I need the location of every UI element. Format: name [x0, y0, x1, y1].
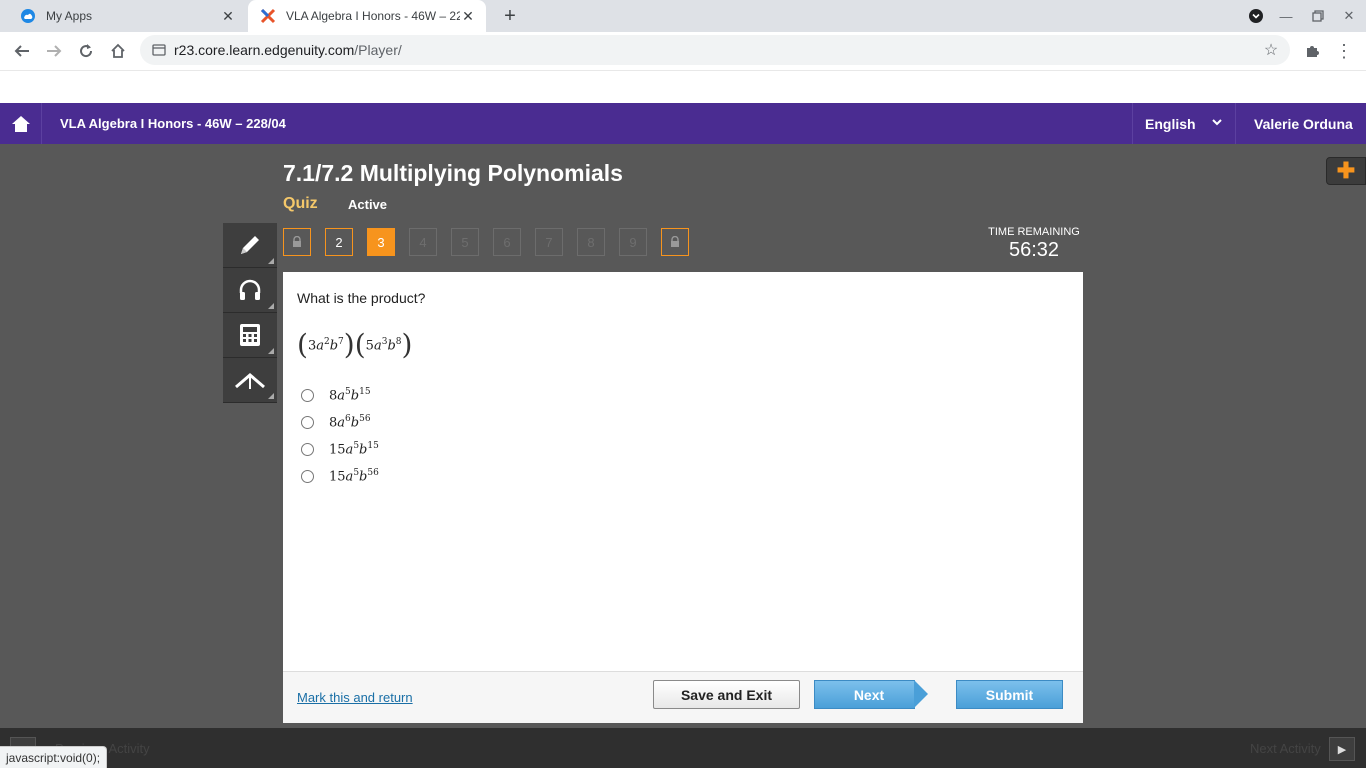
extensions-icon[interactable]: [1301, 40, 1323, 62]
close-window-icon[interactable]: ✕: [1341, 8, 1357, 24]
tab-my-apps[interactable]: My Apps ✕: [8, 0, 246, 32]
tab-search-icon[interactable]: [1248, 8, 1264, 24]
answer-choice-3[interactable]: 15a5b15: [301, 438, 379, 460]
expression-factor-1: 3a2b7: [307, 336, 344, 354]
question-nav-4: 4: [409, 228, 437, 256]
question-nav-9: 9: [619, 228, 647, 256]
time-remaining-label: TIME REMAINING: [988, 226, 1080, 238]
question-nav-5: 5: [451, 228, 479, 256]
url-path: /Player/: [354, 42, 402, 58]
new-tab-icon[interactable]: +: [500, 5, 520, 27]
question-nav-locked[interactable]: [283, 228, 311, 256]
next-button[interactable]: Next: [814, 680, 929, 709]
answer-choice-1[interactable]: 8a5b15: [301, 384, 371, 406]
answer-choice-4[interactable]: 15a5b56: [301, 465, 379, 487]
question-nav-locked[interactable]: [661, 228, 689, 256]
radio-button[interactable]: [301, 388, 314, 402]
browser-tab-bar: My Apps ✕ VLA Algebra I Honors - 46W – 2…: [0, 0, 1366, 32]
radio-button[interactable]: [301, 469, 314, 483]
caret-icon: [235, 373, 265, 389]
audio-tool-button[interactable]: [223, 268, 277, 313]
reload-icon[interactable]: [75, 40, 97, 62]
back-icon[interactable]: [11, 40, 33, 62]
highlighter-tool-button[interactable]: [223, 358, 277, 403]
tab-course[interactable]: VLA Algebra I Honors - 46W – 228/04 ✕: [248, 0, 486, 32]
question-nav-8: 8: [577, 228, 605, 256]
save-and-exit-button[interactable]: Save and Exit: [653, 680, 800, 709]
headphones-icon: [239, 279, 261, 300]
lock-icon: [293, 236, 301, 247]
question-nav-7: 7: [535, 228, 563, 256]
plus-icon[interactable]: ✚: [1326, 157, 1366, 185]
calculator-icon: [240, 324, 260, 346]
question-nav-6: 6: [493, 228, 521, 256]
user-name[interactable]: Valerie Orduna: [1254, 103, 1353, 144]
lesson-title: 7.1/7.2 Multiplying Polynomials: [283, 160, 623, 186]
edgenuity-icon: [260, 8, 276, 24]
choice-label: 15a5b56: [329, 467, 379, 485]
house-icon: [11, 115, 30, 132]
menu-icon[interactable]: ⋮: [1333, 40, 1355, 62]
question-prompt: What is the product?: [297, 290, 426, 306]
choice-label: 8a5b15: [329, 386, 371, 404]
tool-palette: [223, 223, 277, 403]
pencil-icon: [241, 236, 259, 254]
language-label: English: [1145, 115, 1196, 132]
question-expression: ( 3a2b7 )( 5a3b8 ): [297, 328, 413, 361]
activity-status: Active: [348, 197, 388, 212]
browser-toolbar: r23.core.learn.edgenuity.com/Player/ ☆ ⋮: [0, 32, 1366, 70]
time-remaining-value: 56:32: [1008, 239, 1060, 261]
site-info-icon[interactable]: [152, 43, 166, 57]
address-bar[interactable]: r23.core.learn.edgenuity.com/Player/ ☆: [140, 35, 1290, 65]
home-button[interactable]: [0, 103, 42, 144]
submit-button[interactable]: Submit: [956, 680, 1063, 709]
expression-factor-2: 5a3b8: [365, 336, 402, 354]
url-host: r23.core.learn.edgenuity.com: [174, 42, 355, 58]
restore-icon[interactable]: [1310, 8, 1326, 24]
next-activity-button[interactable]: ▶: [1329, 737, 1355, 761]
forward-icon[interactable]: [43, 40, 65, 62]
calculator-tool-button[interactable]: [223, 313, 277, 358]
pencil-tool-button[interactable]: [223, 223, 277, 268]
next-button-label: Next: [814, 680, 915, 709]
radio-button[interactable]: [301, 415, 314, 429]
choice-label: 8a6b56: [329, 413, 371, 431]
minimize-icon[interactable]: —: [1278, 8, 1294, 24]
lock-icon: [671, 236, 679, 247]
answer-choice-2[interactable]: 8a6b56: [301, 411, 371, 433]
home-icon[interactable]: [107, 40, 129, 62]
close-icon[interactable]: ✕: [220, 8, 236, 24]
radio-button[interactable]: [301, 442, 314, 456]
course-title: VLA Algebra I Honors - 46W – 228/04: [60, 116, 286, 131]
cloud-icon: [20, 8, 36, 24]
bookmarks-bar: [0, 70, 1366, 103]
app-header: VLA Algebra I Honors - 46W – 228/04 Engl…: [0, 103, 1366, 144]
question-nav-3[interactable]: 3: [367, 228, 395, 256]
tab-title: My Apps: [46, 9, 93, 23]
arrow-right-icon: [914, 680, 928, 708]
question-nav-2[interactable]: 2: [325, 228, 353, 256]
next-activity-label[interactable]: Next Activity: [1250, 741, 1321, 756]
tab-title: VLA Algebra I Honors - 46W – 228/04: [286, 9, 460, 23]
question-footer: Mark this and return Save and Exit Next …: [283, 671, 1083, 723]
bookmark-star-icon[interactable]: ☆: [1262, 41, 1280, 59]
activity-bar: ◀ Previous Activity Next Activity ▶: [0, 728, 1366, 768]
close-icon[interactable]: ✕: [460, 8, 476, 24]
status-bar-url: javascript:void(0);: [0, 746, 108, 768]
activity-type: Quiz: [283, 195, 318, 212]
choice-label: 15a5b15: [329, 440, 379, 458]
triangle-right-icon: ▶: [1337, 743, 1347, 756]
mark-and-return-link[interactable]: Mark this and return: [297, 690, 413, 705]
chevron-down-icon: [1211, 115, 1223, 131]
language-select[interactable]: English: [1132, 103, 1236, 144]
question-panel: What is the product? ( 3a2b7 )( 5a3b8 ) …: [283, 272, 1083, 671]
